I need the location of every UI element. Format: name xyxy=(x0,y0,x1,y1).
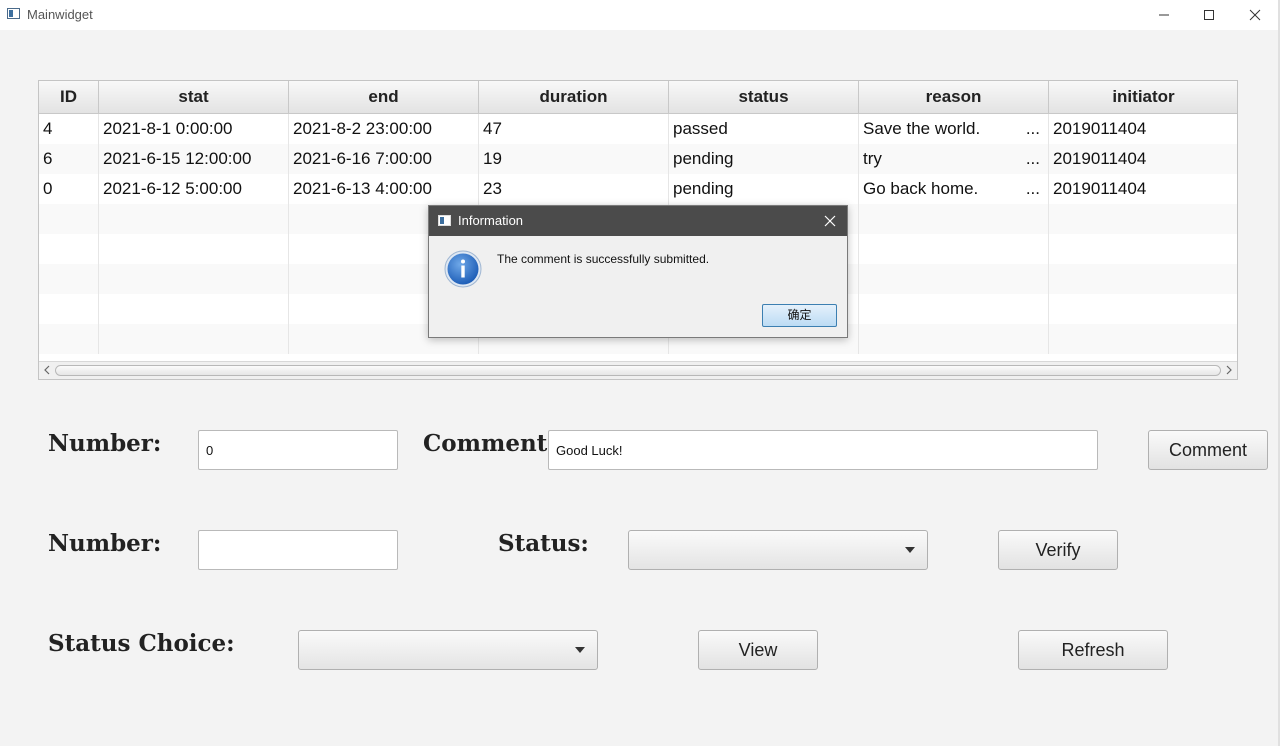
cell-initiator: 2019011404 xyxy=(1053,179,1147,198)
cell-id: 4 xyxy=(39,114,99,144)
status-choice-label: Status Choice: xyxy=(48,630,235,657)
column-header-status[interactable]: status xyxy=(669,81,859,113)
information-dialog[interactable]: Information The comment is successfully … xyxy=(428,205,848,338)
dialog-close-button[interactable] xyxy=(819,210,841,232)
close-icon xyxy=(1249,9,1261,21)
close-button[interactable] xyxy=(1232,0,1278,30)
cell-duration: 47 xyxy=(479,114,669,144)
number2-input[interactable] xyxy=(198,530,398,570)
minimize-button[interactable] xyxy=(1141,0,1187,30)
cell-ellipsis: ... xyxy=(1025,149,1040,168)
chevron-down-icon xyxy=(575,647,585,653)
cell-end: 2021-6-16 7:00:00 xyxy=(289,144,479,174)
column-header-duration[interactable]: duration xyxy=(479,81,669,113)
scrollbar-thumb[interactable] xyxy=(55,365,1221,376)
cell-reason: Go back home.... xyxy=(859,174,1049,204)
dialog-app-icon xyxy=(438,215,451,226)
horizontal-scrollbar[interactable] xyxy=(39,361,1237,379)
info-icon xyxy=(444,250,482,288)
close-icon xyxy=(824,215,836,227)
cell-id: 6 xyxy=(39,144,99,174)
cell-duration: 23 xyxy=(479,174,669,204)
cell-stat: 2021-6-12 5:00:00 xyxy=(99,174,289,204)
cell-id: 0 xyxy=(39,174,99,204)
cell-reason-text: Save the world. xyxy=(863,119,981,138)
scroll-left-icon[interactable] xyxy=(41,364,53,376)
status-select[interactable] xyxy=(628,530,928,570)
cell-reason: Save the world.... xyxy=(859,114,1049,144)
cell-ellipsis: ... xyxy=(1025,179,1040,198)
comment-button[interactable]: Comment xyxy=(1148,430,1268,470)
cell-status: pending xyxy=(669,144,859,174)
column-header-stat[interactable]: stat xyxy=(99,81,289,113)
column-header-initiator[interactable]: initiator xyxy=(1049,81,1237,113)
cell-status: passed xyxy=(669,114,859,144)
dialog-message: The comment is successfully submitted. xyxy=(497,252,710,266)
cell-initiator: 2019011404 xyxy=(1053,149,1147,168)
cell-initiator: 2019011404 xyxy=(1053,119,1147,138)
window-titlebar: Mainwidget xyxy=(0,0,1280,30)
cell-duration: 19 xyxy=(479,144,669,174)
minimize-icon xyxy=(1159,14,1169,16)
cell-reason-text: Go back home. xyxy=(863,179,979,198)
chevron-down-icon xyxy=(905,547,915,553)
status-label: Status: xyxy=(498,530,589,557)
cell-stat: 2021-6-15 12:00:00 xyxy=(99,144,289,174)
column-header-reason[interactable]: reason xyxy=(859,81,1049,113)
comment-input[interactable] xyxy=(548,430,1098,470)
cell-end: 2021-6-13 4:00:00 xyxy=(289,174,479,204)
dialog-titlebar[interactable]: Information xyxy=(429,206,847,236)
scroll-right-icon[interactable] xyxy=(1223,364,1235,376)
refresh-button[interactable]: Refresh xyxy=(1018,630,1168,670)
app-icon xyxy=(7,8,20,19)
dialog-title: Information xyxy=(458,213,524,228)
verify-button[interactable]: Verify xyxy=(998,530,1118,570)
cell-status: pending xyxy=(669,174,859,204)
table-row[interactable]: 0 2021-6-12 5:00:00 2021-6-13 4:00:00 23… xyxy=(39,174,1237,204)
view-button[interactable]: View xyxy=(698,630,818,670)
number2-label: Number: xyxy=(48,530,162,557)
number-label: Number: xyxy=(48,430,162,457)
cell-reason: try... xyxy=(859,144,1049,174)
table-header: ID stat end duration status reason initi… xyxy=(39,81,1237,114)
table-row[interactable]: 4 2021-8-1 0:00:00 2021-8-2 23:00:00 47 … xyxy=(39,114,1237,144)
number-input[interactable] xyxy=(198,430,398,470)
cell-reason-text: try xyxy=(863,149,882,168)
maximize-icon xyxy=(1204,10,1214,20)
window-title: Mainwidget xyxy=(27,7,93,22)
status-choice-select[interactable] xyxy=(298,630,598,670)
comment-label: Comment: xyxy=(423,430,556,457)
cell-end: 2021-8-2 23:00:00 xyxy=(289,114,479,144)
maximize-button[interactable] xyxy=(1186,0,1232,30)
column-header-end[interactable]: end xyxy=(289,81,479,113)
table-row[interactable]: 6 2021-6-15 12:00:00 2021-6-16 7:00:00 1… xyxy=(39,144,1237,174)
cell-stat: 2021-8-1 0:00:00 xyxy=(99,114,289,144)
dialog-ok-button[interactable]: 确定 xyxy=(762,304,837,327)
column-header-id[interactable]: ID xyxy=(39,81,99,113)
cell-ellipsis: ... xyxy=(1025,119,1040,138)
